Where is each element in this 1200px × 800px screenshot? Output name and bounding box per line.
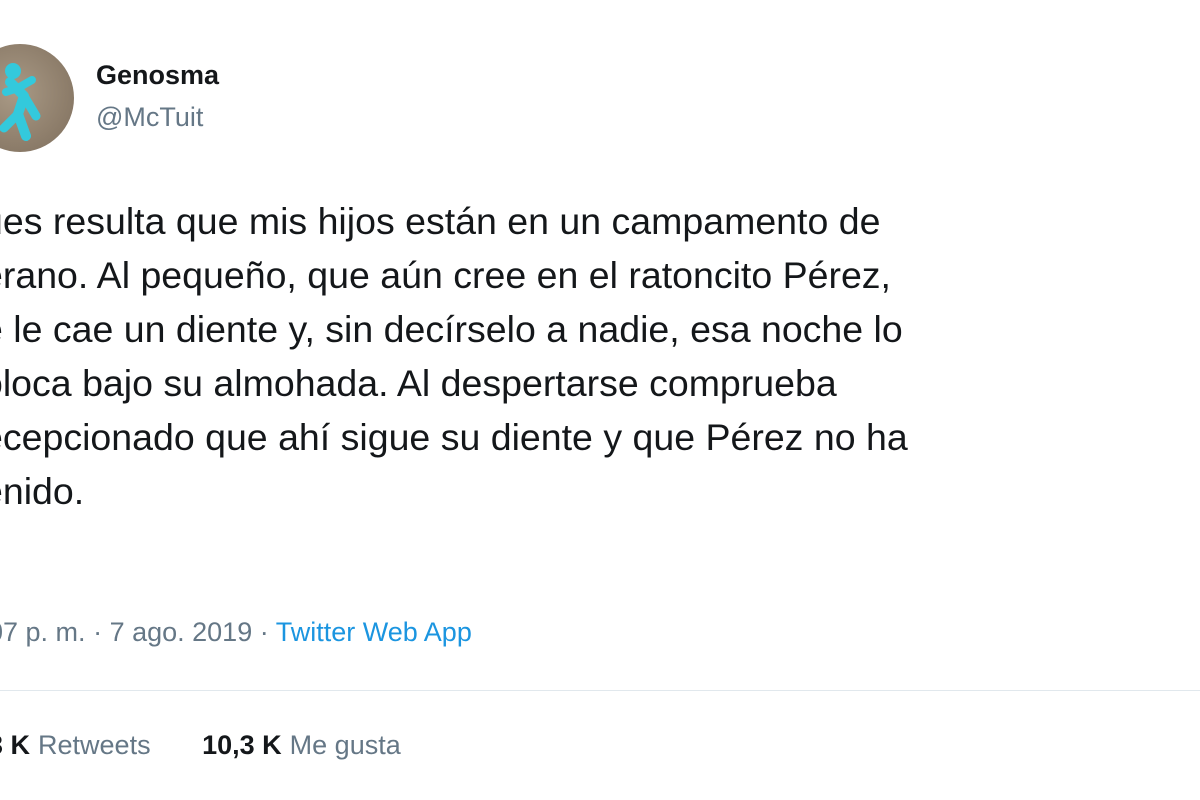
tweet-time[interactable]: 07 p. m. bbox=[0, 617, 86, 647]
author-display-name[interactable]: Genosma bbox=[96, 60, 219, 91]
meta-separator: · bbox=[93, 617, 103, 647]
tweet-text-line: enido. bbox=[0, 470, 85, 512]
likes-count: 10,3 K bbox=[202, 730, 282, 760]
likes-label: Me gusta bbox=[289, 730, 401, 760]
running-figure-icon bbox=[0, 63, 41, 141]
tweet-text-line: ues resulta que mis hijos están en un ca… bbox=[0, 200, 881, 242]
tweet-text-line: oloca bajo su almohada. Al despertarse c… bbox=[0, 362, 837, 404]
meta-separator: · bbox=[259, 617, 269, 647]
tweet-text-line: ecepcionado que ahí sigue su diente y qu… bbox=[0, 416, 908, 458]
author-handle[interactable]: @McTuit bbox=[96, 102, 203, 133]
retweets-count: 3 K bbox=[0, 730, 31, 760]
tweet-date[interactable]: 7 ago. 2019 bbox=[110, 617, 253, 647]
retweets-label: Retweets bbox=[38, 730, 151, 760]
tweet-text-line: erano. Al pequeño, que aún cree en el ra… bbox=[0, 254, 891, 296]
tweet-text: ues resulta que mis hijos están en un ca… bbox=[0, 194, 908, 518]
likes-stat[interactable]: 10,3 K Me gusta bbox=[202, 730, 401, 761]
retweets-stat[interactable]: 3 KRetweets bbox=[0, 730, 151, 761]
divider bbox=[0, 690, 1200, 691]
tweet-text-line: e le cae un diente y, sin decírselo a na… bbox=[0, 308, 903, 350]
tweet-card: Genosma @McTuit ues resulta que mis hijo… bbox=[0, 0, 1200, 800]
tweet-metadata: 07 p. m. · 7 ago. 2019 · Twitter Web App bbox=[0, 617, 472, 648]
avatar[interactable] bbox=[0, 44, 74, 152]
tweet-source-link[interactable]: Twitter Web App bbox=[276, 617, 472, 647]
tweet-stats: 3 KRetweets 10,3 KMe gusta bbox=[0, 730, 445, 761]
